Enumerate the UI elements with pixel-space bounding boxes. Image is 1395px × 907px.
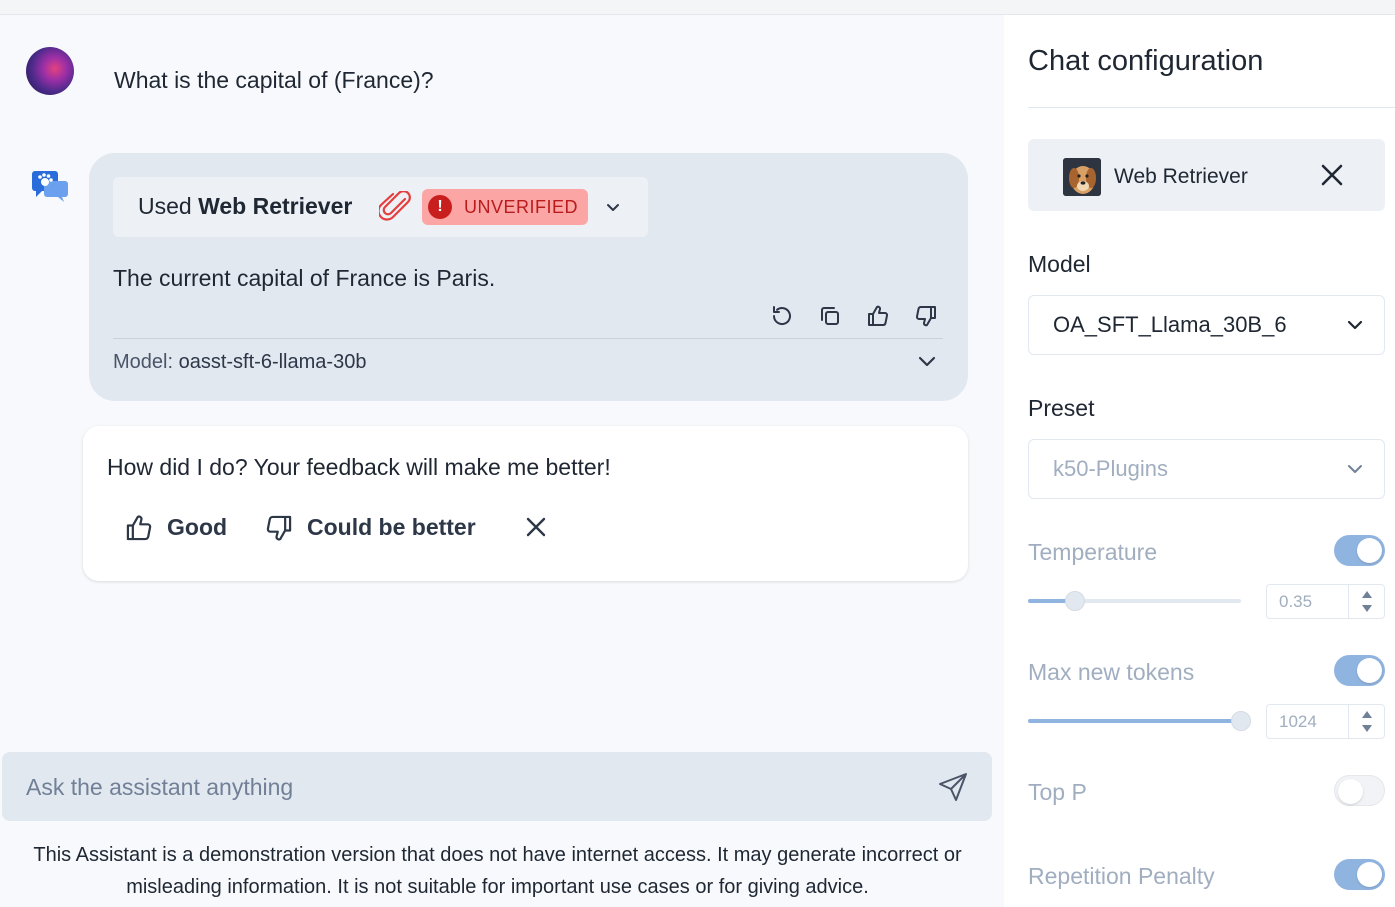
max-new-tokens-stepper[interactable] [1348, 705, 1384, 738]
chevron-down-icon [1348, 465, 1362, 473]
preset-label: Preset [1028, 395, 1095, 421]
assistant-answer: The current capital of France is Paris. [113, 265, 496, 291]
close-icon[interactable] [1318, 161, 1346, 189]
chat-area: What is the capital of (France)? Used We… [0, 15, 1004, 907]
chevron-down-icon[interactable] [915, 349, 939, 373]
could-be-better-label: Could be better [307, 514, 476, 540]
preset-select-value: k50-Plugins [1053, 456, 1168, 481]
good-label: Good [167, 514, 228, 540]
plugin-used-text: Used Web Retriever [138, 193, 352, 220]
plugin-used-name: Web Retriever [198, 193, 353, 219]
active-plugin-card[interactable]: Web Retriever [1028, 139, 1385, 211]
paperclip-icon [379, 191, 411, 221]
assistant-message: Used Web Retriever ! UNVERIFIED The curr… [89, 153, 968, 401]
max-new-tokens-input[interactable]: 1024 [1266, 704, 1385, 739]
message-divider [113, 338, 943, 339]
model-info-label: Model: [113, 351, 174, 373]
decrement-icon[interactable] [1361, 604, 1373, 614]
top-p-label: Top P [1028, 779, 1087, 805]
repetition-penalty-label: Repetition Penalty [1028, 863, 1215, 889]
top-p-toggle[interactable] [1334, 775, 1385, 806]
badge-label: UNVERIFIED [464, 197, 579, 217]
chat-configuration-panel: Chat configuration Web Retriever Model O… [1004, 15, 1395, 907]
thumbs-down-icon [266, 515, 292, 541]
repetition-penalty-toggle[interactable] [1334, 859, 1385, 890]
top-bar [0, 0, 1395, 15]
max-new-tokens-label: Max new tokens [1028, 659, 1195, 685]
temperature-value: 0.35 [1279, 592, 1313, 611]
max-new-tokens-slider-thumb[interactable] [1231, 711, 1251, 731]
regenerate-icon[interactable] [769, 303, 795, 329]
thumbs-up-icon [126, 515, 152, 541]
increment-icon[interactable] [1361, 589, 1373, 599]
max-new-tokens-slider-fill [1028, 719, 1241, 723]
plugin-name: Web Retriever [1114, 165, 1248, 188]
temperature-stepper[interactable] [1348, 585, 1384, 618]
temperature-label: Temperature [1028, 539, 1158, 565]
feedback-card: How did I do? Your feedback will make me… [83, 426, 968, 581]
copy-icon[interactable] [817, 303, 843, 329]
increment-icon[interactable] [1361, 709, 1373, 719]
plugin-usage-pill[interactable]: Used Web Retriever ! UNVERIFIED [113, 177, 648, 237]
chevron-down-icon [1347, 320, 1363, 330]
config-divider [1028, 107, 1395, 108]
chat-input[interactable] [26, 770, 916, 804]
close-icon[interactable] [523, 514, 549, 540]
disclaimer-text: This Assistant is a demonstration versio… [33, 844, 962, 898]
model-info: Model: oasst-sft-6-llama-30b [113, 351, 366, 374]
max-new-tokens-value: 1024 [1279, 712, 1317, 731]
decrement-icon[interactable] [1361, 724, 1373, 734]
plugin-used-prefix: Used [138, 193, 192, 219]
preset-select[interactable]: k50-Plugins [1028, 439, 1385, 499]
chevron-down-icon[interactable] [603, 195, 623, 219]
send-icon[interactable] [936, 770, 970, 804]
temperature-input[interactable]: 0.35 [1266, 584, 1385, 619]
message-actions [769, 303, 949, 333]
max-new-tokens-toggle[interactable] [1334, 655, 1385, 686]
model-label: Model [1028, 251, 1091, 277]
unverified-badge: ! UNVERIFIED [422, 189, 588, 225]
thumbs-down-icon[interactable] [913, 303, 939, 329]
user-message: What is the capital of (France)? [114, 67, 434, 93]
model-select[interactable]: OA_SFT_Llama_30B_6 [1028, 295, 1385, 355]
alert-icon: ! [428, 195, 452, 219]
user-avatar [26, 47, 74, 95]
temperature-slider-thumb[interactable] [1065, 591, 1085, 611]
dog-plugin-icon [1063, 158, 1101, 196]
model-select-value: OA_SFT_Llama_30B_6 [1053, 312, 1287, 337]
temperature-slider[interactable] [1028, 591, 1241, 611]
feedback-question: How did I do? Your feedback will make me… [107, 454, 611, 480]
temperature-toggle[interactable] [1334, 535, 1385, 566]
assistant-chat-icon [32, 171, 68, 202]
max-new-tokens-slider[interactable] [1028, 711, 1251, 731]
config-title: Chat configuration [1028, 45, 1264, 77]
model-info-value: oasst-sft-6-llama-30b [178, 351, 367, 373]
thumbs-up-icon[interactable] [865, 303, 891, 329]
chat-input-box [2, 752, 992, 821]
